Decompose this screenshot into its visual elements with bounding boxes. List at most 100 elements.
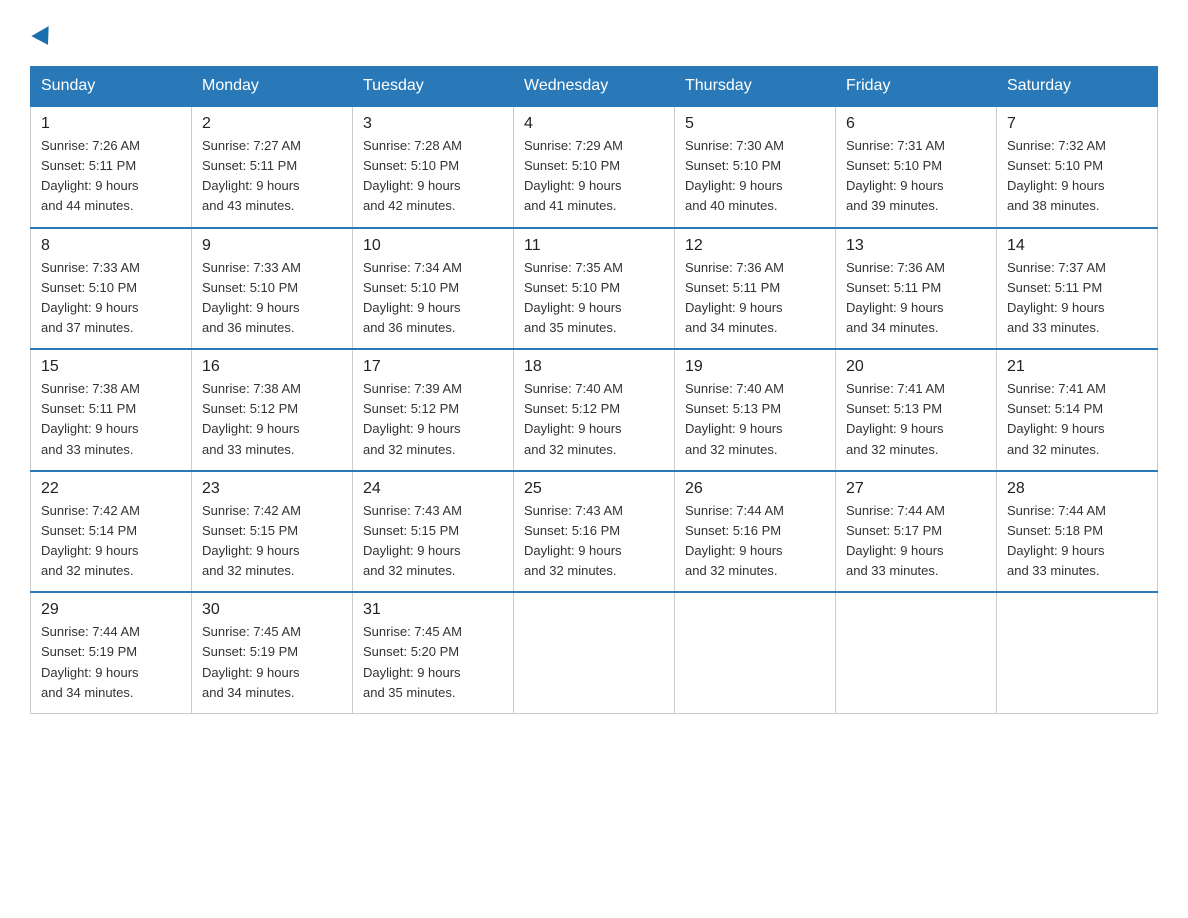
day-number: 16 xyxy=(202,358,342,376)
calendar-cell: 24 Sunrise: 7:43 AMSunset: 5:15 PMDaylig… xyxy=(353,471,514,593)
day-number: 25 xyxy=(524,480,664,498)
day-info: Sunrise: 7:44 AMSunset: 5:17 PMDaylight:… xyxy=(846,501,986,582)
day-number: 30 xyxy=(202,601,342,619)
day-info: Sunrise: 7:38 AMSunset: 5:11 PMDaylight:… xyxy=(41,379,181,460)
day-info: Sunrise: 7:27 AMSunset: 5:11 PMDaylight:… xyxy=(202,136,342,217)
column-header-friday: Friday xyxy=(836,67,997,107)
day-number: 21 xyxy=(1007,358,1147,376)
calendar-cell: 30 Sunrise: 7:45 AMSunset: 5:19 PMDaylig… xyxy=(192,592,353,713)
calendar-cell: 21 Sunrise: 7:41 AMSunset: 5:14 PMDaylig… xyxy=(997,349,1158,471)
day-number: 31 xyxy=(363,601,503,619)
day-number: 9 xyxy=(202,237,342,255)
calendar-week-row: 22 Sunrise: 7:42 AMSunset: 5:14 PMDaylig… xyxy=(31,471,1158,593)
day-info: Sunrise: 7:41 AMSunset: 5:14 PMDaylight:… xyxy=(1007,379,1147,460)
day-info: Sunrise: 7:44 AMSunset: 5:18 PMDaylight:… xyxy=(1007,501,1147,582)
day-info: Sunrise: 7:30 AMSunset: 5:10 PMDaylight:… xyxy=(685,136,825,217)
day-info: Sunrise: 7:42 AMSunset: 5:14 PMDaylight:… xyxy=(41,501,181,582)
calendar-cell: 1 Sunrise: 7:26 AMSunset: 5:11 PMDayligh… xyxy=(31,106,192,228)
day-number: 29 xyxy=(41,601,181,619)
day-number: 8 xyxy=(41,237,181,255)
column-header-monday: Monday xyxy=(192,67,353,107)
day-info: Sunrise: 7:29 AMSunset: 5:10 PMDaylight:… xyxy=(524,136,664,217)
calendar-cell: 31 Sunrise: 7:45 AMSunset: 5:20 PMDaylig… xyxy=(353,592,514,713)
calendar-cell: 27 Sunrise: 7:44 AMSunset: 5:17 PMDaylig… xyxy=(836,471,997,593)
calendar-cell: 4 Sunrise: 7:29 AMSunset: 5:10 PMDayligh… xyxy=(514,106,675,228)
column-header-thursday: Thursday xyxy=(675,67,836,107)
page-header xyxy=(30,30,1158,46)
column-header-wednesday: Wednesday xyxy=(514,67,675,107)
calendar-cell xyxy=(997,592,1158,713)
day-number: 14 xyxy=(1007,237,1147,255)
calendar-header-row: SundayMondayTuesdayWednesdayThursdayFrid… xyxy=(31,67,1158,107)
day-number: 15 xyxy=(41,358,181,376)
calendar-week-row: 15 Sunrise: 7:38 AMSunset: 5:11 PMDaylig… xyxy=(31,349,1158,471)
day-info: Sunrise: 7:45 AMSunset: 5:19 PMDaylight:… xyxy=(202,622,342,703)
day-info: Sunrise: 7:36 AMSunset: 5:11 PMDaylight:… xyxy=(685,258,825,339)
calendar-cell: 7 Sunrise: 7:32 AMSunset: 5:10 PMDayligh… xyxy=(997,106,1158,228)
day-number: 22 xyxy=(41,480,181,498)
calendar-cell: 20 Sunrise: 7:41 AMSunset: 5:13 PMDaylig… xyxy=(836,349,997,471)
calendar-cell xyxy=(514,592,675,713)
day-number: 27 xyxy=(846,480,986,498)
day-info: Sunrise: 7:36 AMSunset: 5:11 PMDaylight:… xyxy=(846,258,986,339)
day-info: Sunrise: 7:43 AMSunset: 5:16 PMDaylight:… xyxy=(524,501,664,582)
calendar-cell: 11 Sunrise: 7:35 AMSunset: 5:10 PMDaylig… xyxy=(514,228,675,350)
day-info: Sunrise: 7:38 AMSunset: 5:12 PMDaylight:… xyxy=(202,379,342,460)
day-info: Sunrise: 7:45 AMSunset: 5:20 PMDaylight:… xyxy=(363,622,503,703)
day-number: 13 xyxy=(846,237,986,255)
logo-triangle-icon xyxy=(31,26,56,50)
day-number: 20 xyxy=(846,358,986,376)
day-info: Sunrise: 7:33 AMSunset: 5:10 PMDaylight:… xyxy=(41,258,181,339)
calendar-cell: 5 Sunrise: 7:30 AMSunset: 5:10 PMDayligh… xyxy=(675,106,836,228)
calendar-cell: 17 Sunrise: 7:39 AMSunset: 5:12 PMDaylig… xyxy=(353,349,514,471)
calendar-cell: 23 Sunrise: 7:42 AMSunset: 5:15 PMDaylig… xyxy=(192,471,353,593)
logo-blue-text xyxy=(30,30,54,46)
calendar-cell: 3 Sunrise: 7:28 AMSunset: 5:10 PMDayligh… xyxy=(353,106,514,228)
calendar-cell: 10 Sunrise: 7:34 AMSunset: 5:10 PMDaylig… xyxy=(353,228,514,350)
calendar-cell: 19 Sunrise: 7:40 AMSunset: 5:13 PMDaylig… xyxy=(675,349,836,471)
calendar-week-row: 1 Sunrise: 7:26 AMSunset: 5:11 PMDayligh… xyxy=(31,106,1158,228)
day-number: 23 xyxy=(202,480,342,498)
calendar-week-row: 29 Sunrise: 7:44 AMSunset: 5:19 PMDaylig… xyxy=(31,592,1158,713)
calendar-cell xyxy=(675,592,836,713)
day-number: 11 xyxy=(524,237,664,255)
column-header-saturday: Saturday xyxy=(997,67,1158,107)
day-info: Sunrise: 7:41 AMSunset: 5:13 PMDaylight:… xyxy=(846,379,986,460)
calendar-cell: 2 Sunrise: 7:27 AMSunset: 5:11 PMDayligh… xyxy=(192,106,353,228)
calendar-table: SundayMondayTuesdayWednesdayThursdayFrid… xyxy=(30,66,1158,714)
day-number: 7 xyxy=(1007,115,1147,133)
day-number: 24 xyxy=(363,480,503,498)
calendar-cell: 22 Sunrise: 7:42 AMSunset: 5:14 PMDaylig… xyxy=(31,471,192,593)
calendar-cell: 18 Sunrise: 7:40 AMSunset: 5:12 PMDaylig… xyxy=(514,349,675,471)
day-info: Sunrise: 7:34 AMSunset: 5:10 PMDaylight:… xyxy=(363,258,503,339)
day-info: Sunrise: 7:28 AMSunset: 5:10 PMDaylight:… xyxy=(363,136,503,217)
calendar-cell: 14 Sunrise: 7:37 AMSunset: 5:11 PMDaylig… xyxy=(997,228,1158,350)
calendar-week-row: 8 Sunrise: 7:33 AMSunset: 5:10 PMDayligh… xyxy=(31,228,1158,350)
day-number: 10 xyxy=(363,237,503,255)
day-info: Sunrise: 7:44 AMSunset: 5:19 PMDaylight:… xyxy=(41,622,181,703)
calendar-cell: 26 Sunrise: 7:44 AMSunset: 5:16 PMDaylig… xyxy=(675,471,836,593)
day-info: Sunrise: 7:26 AMSunset: 5:11 PMDaylight:… xyxy=(41,136,181,217)
day-number: 19 xyxy=(685,358,825,376)
day-info: Sunrise: 7:42 AMSunset: 5:15 PMDaylight:… xyxy=(202,501,342,582)
calendar-cell: 29 Sunrise: 7:44 AMSunset: 5:19 PMDaylig… xyxy=(31,592,192,713)
calendar-cell: 8 Sunrise: 7:33 AMSunset: 5:10 PMDayligh… xyxy=(31,228,192,350)
day-number: 4 xyxy=(524,115,664,133)
calendar-cell: 16 Sunrise: 7:38 AMSunset: 5:12 PMDaylig… xyxy=(192,349,353,471)
day-info: Sunrise: 7:33 AMSunset: 5:10 PMDaylight:… xyxy=(202,258,342,339)
calendar-cell: 15 Sunrise: 7:38 AMSunset: 5:11 PMDaylig… xyxy=(31,349,192,471)
day-number: 17 xyxy=(363,358,503,376)
day-info: Sunrise: 7:32 AMSunset: 5:10 PMDaylight:… xyxy=(1007,136,1147,217)
day-number: 28 xyxy=(1007,480,1147,498)
day-info: Sunrise: 7:35 AMSunset: 5:10 PMDaylight:… xyxy=(524,258,664,339)
day-number: 5 xyxy=(685,115,825,133)
calendar-cell: 12 Sunrise: 7:36 AMSunset: 5:11 PMDaylig… xyxy=(675,228,836,350)
day-number: 12 xyxy=(685,237,825,255)
day-info: Sunrise: 7:39 AMSunset: 5:12 PMDaylight:… xyxy=(363,379,503,460)
calendar-cell: 25 Sunrise: 7:43 AMSunset: 5:16 PMDaylig… xyxy=(514,471,675,593)
day-info: Sunrise: 7:43 AMSunset: 5:15 PMDaylight:… xyxy=(363,501,503,582)
day-number: 6 xyxy=(846,115,986,133)
day-number: 3 xyxy=(363,115,503,133)
day-info: Sunrise: 7:40 AMSunset: 5:12 PMDaylight:… xyxy=(524,379,664,460)
calendar-cell xyxy=(836,592,997,713)
